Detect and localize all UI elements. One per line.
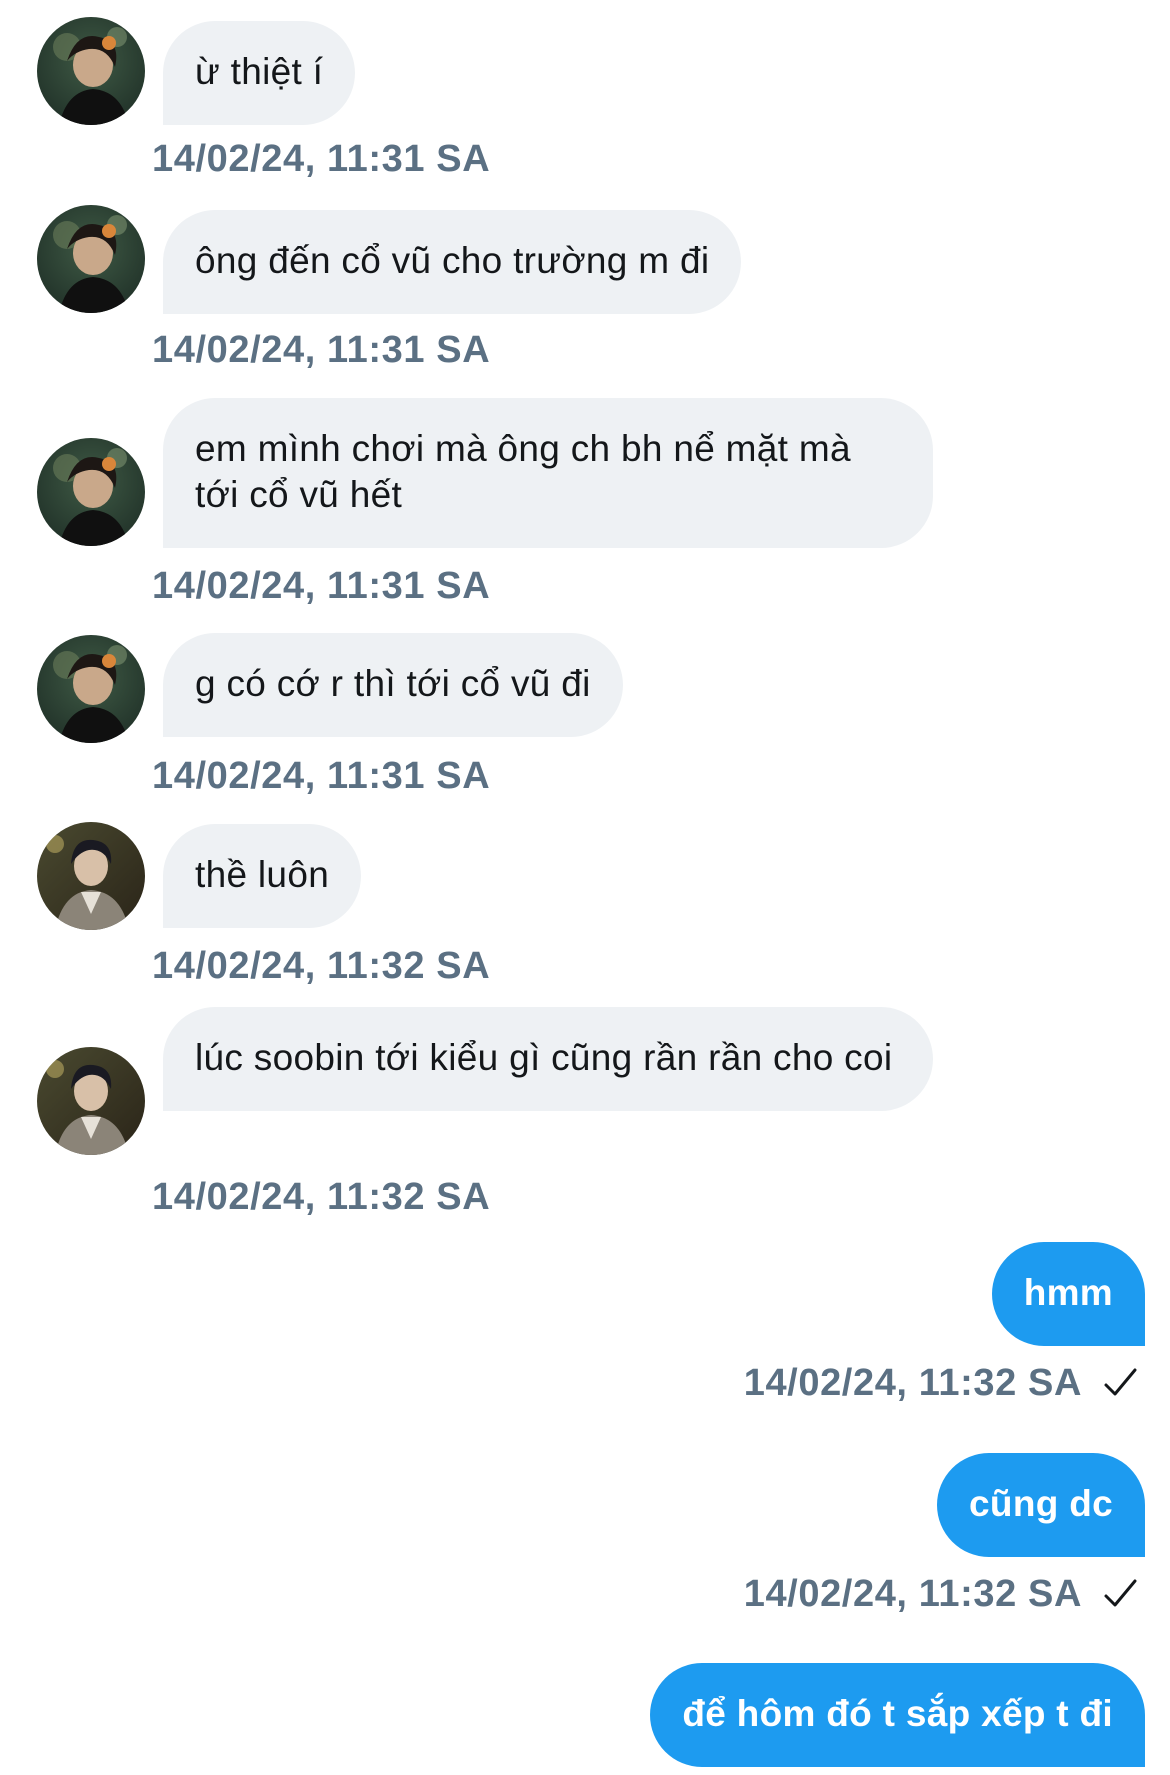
message-timestamp: 14/02/24, 11:31 SA (152, 138, 491, 180)
message-bubble-outgoing[interactable]: để hôm đó t sắp xếp t đi (650, 1663, 1145, 1767)
avatar[interactable] (37, 205, 145, 313)
avatar-photo-icon (37, 822, 145, 930)
avatar[interactable] (37, 635, 145, 743)
avatar-photo-icon (37, 635, 145, 743)
message-timestamp: 14/02/24, 11:32 SA (152, 945, 491, 987)
avatar-photo-icon (37, 438, 145, 546)
message-thread: ừ thiệt í 14/02/24, 11:31 SA ông đến cổ … (0, 0, 1170, 1775)
avatar[interactable] (37, 438, 145, 546)
avatar-photo-icon (37, 1047, 145, 1155)
message-bubble-outgoing[interactable]: hmm (991, 1242, 1145, 1346)
check-icon (1098, 1361, 1142, 1405)
message-bubble-incoming[interactable]: em mình chơi mà ông ch bh nể mặt mà tới … (163, 398, 933, 548)
message-bubble-incoming[interactable]: thề luôn (163, 824, 362, 928)
avatar[interactable] (37, 822, 145, 930)
avatar[interactable] (37, 17, 145, 125)
message-bubble-incoming[interactable]: ừ thiệt í (163, 21, 356, 125)
check-icon (1098, 1572, 1142, 1616)
message-timestamp: 14/02/24, 11:32 SA (743, 1573, 1082, 1615)
message-timestamp: 14/02/24, 11:31 SA (152, 329, 491, 371)
avatar-photo-icon (37, 17, 145, 125)
avatar-photo-icon (37, 205, 145, 313)
message-bubble-outgoing[interactable]: cũng dc (937, 1453, 1145, 1557)
message-bubble-incoming[interactable]: g có cớ r thì tới cổ vũ đi (163, 633, 623, 737)
message-timestamp: 14/02/24, 11:32 SA (743, 1362, 1082, 1404)
message-timestamp: 14/02/24, 11:32 SA (152, 1176, 491, 1218)
message-timestamp: 14/02/24, 11:31 SA (152, 755, 491, 797)
message-bubble-incoming[interactable]: lúc soobin tới kiểu gì cũng rần rần cho … (163, 1007, 933, 1111)
message-bubble-incoming[interactable]: ông đến cổ vũ cho trường m đi (163, 210, 742, 314)
avatar[interactable] (37, 1047, 145, 1155)
message-timestamp: 14/02/24, 11:31 SA (152, 565, 491, 607)
